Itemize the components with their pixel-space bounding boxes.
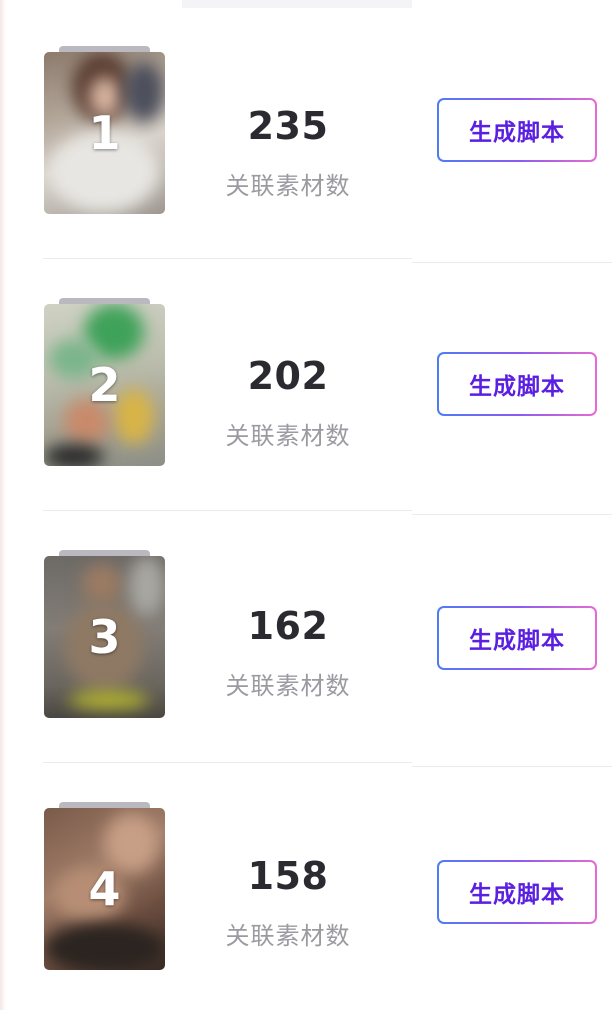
- rank-number: 2: [88, 358, 121, 412]
- row-divider: [43, 510, 412, 511]
- related-material-count: 235: [247, 104, 329, 148]
- row-divider: [43, 762, 412, 763]
- list-item: 2 202 关联素材数 生成脚本: [0, 258, 612, 510]
- rank-number: 1: [88, 106, 121, 160]
- list-item: 1 235 关联素材数 生成脚本: [0, 6, 612, 258]
- generate-script-button[interactable]: 生成脚本: [437, 606, 597, 670]
- generate-script-button[interactable]: 生成脚本: [437, 352, 597, 416]
- rank-number: 4: [88, 862, 121, 916]
- row-divider: [412, 766, 612, 767]
- related-material-label: 关联素材数: [225, 172, 351, 200]
- video-thumbnail[interactable]: 3: [44, 556, 165, 718]
- related-material-label: 关联素材数: [225, 672, 351, 700]
- related-material-count: 202: [247, 354, 329, 398]
- thumbnail-card[interactable]: 1: [44, 46, 165, 216]
- video-thumbnail[interactable]: 4: [44, 808, 165, 970]
- row-divider: [412, 262, 612, 263]
- thumbnail-card[interactable]: 4: [44, 802, 165, 972]
- generate-script-label: 生成脚本: [439, 100, 595, 160]
- thumbnail-card[interactable]: 3: [44, 550, 165, 720]
- list-item: 4 158 关联素材数 生成脚本: [0, 762, 612, 1010]
- generate-script-label: 生成脚本: [439, 354, 595, 414]
- video-thumbnail[interactable]: 1: [44, 52, 165, 214]
- generate-script-label: 生成脚本: [439, 862, 595, 922]
- list-item: 3 162 关联素材数 生成脚本: [0, 510, 612, 762]
- related-material-count: 162: [247, 604, 329, 648]
- row-divider: [43, 258, 412, 259]
- row-divider: [412, 514, 612, 515]
- rank-number: 3: [88, 610, 121, 664]
- related-material-label: 关联素材数: [225, 922, 351, 950]
- generate-script-label: 生成脚本: [439, 608, 595, 668]
- related-material-count: 158: [247, 854, 329, 898]
- thumbnail-card[interactable]: 2: [44, 298, 165, 468]
- video-thumbnail[interactable]: 2: [44, 304, 165, 466]
- related-material-label: 关联素材数: [225, 422, 351, 450]
- generate-script-button[interactable]: 生成脚本: [437, 860, 597, 924]
- ranking-list-page: 1 235 关联素材数 生成脚本 2 202 关联素材数 生成脚本 3 162 …: [0, 0, 612, 1010]
- generate-script-button[interactable]: 生成脚本: [437, 98, 597, 162]
